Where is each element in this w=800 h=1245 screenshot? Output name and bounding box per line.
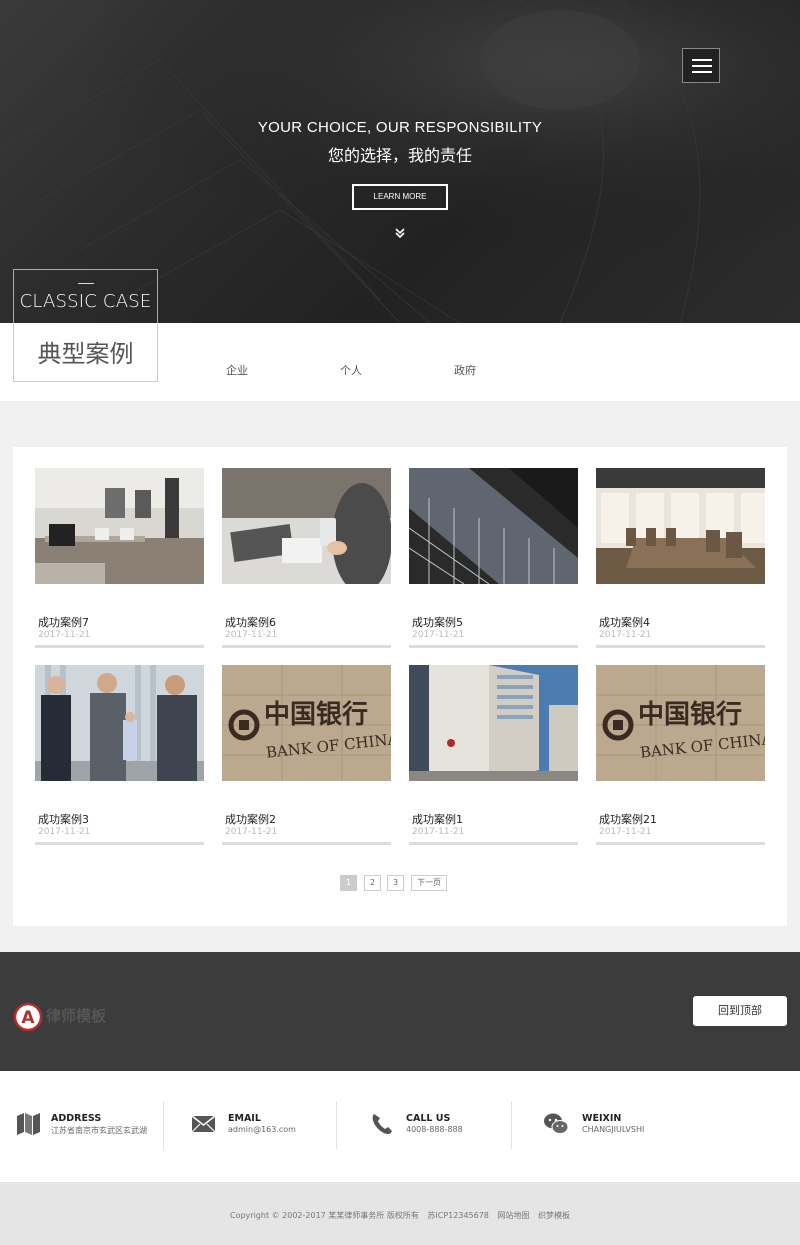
case-date: 2017-11-21 (412, 630, 465, 640)
case-card[interactable]: 中国银行 BANK OF CHINA 成功案例2 2017-11-21 (222, 665, 391, 846)
contact-value: CHANGJIULVSHI (582, 1125, 645, 1134)
case-image-glass-building (409, 468, 578, 584)
contact-phone: CALL US 4008-888-888 (370, 1100, 490, 1150)
case-card[interactable]: 成功案例4 2017-11-21 (596, 468, 765, 649)
divider (163, 1101, 164, 1149)
case-title[interactable]: 成功案例6 (225, 614, 276, 630)
case-title[interactable]: 成功案例21 (599, 811, 657, 827)
card-underline (35, 842, 204, 845)
back-to-top-button[interactable]: 回到顶部 (693, 996, 787, 1026)
case-date: 2017-11-21 (38, 827, 91, 837)
title-dash (78, 283, 94, 284)
page-2[interactable]: 2 (364, 875, 381, 891)
case-date: 2017-11-21 (225, 630, 278, 640)
card-underline (409, 842, 578, 845)
case-image-phone-on-desk (222, 468, 391, 584)
hero-subtitle: 您的选择，我的责任 (327, 146, 472, 165)
section-title-box-lower: 典型案例 (13, 323, 158, 382)
case-title[interactable]: 成功案例1 (412, 811, 463, 827)
case-image-bank-of-china-sign: 中国银行 BANK OF CHINA (596, 665, 765, 781)
case-image-bank-of-china-sign: 中国银行 BANK OF CHINA (222, 665, 391, 781)
section-title-en: CLASSIC CASE (19, 291, 152, 312)
copyright-text: Copyright © 2002-2017 某某律师事务所 版权所有 (229, 1211, 419, 1220)
contact-value: 4008-888-888 (406, 1125, 463, 1134)
case-date: 2017-11-21 (412, 827, 465, 837)
hero-title: YOUR CHOICE, OUR RESPONSIBILITY (257, 119, 543, 136)
contact-label: CALL US (406, 1113, 451, 1124)
sitemap-link[interactable]: 网站地图 (497, 1211, 529, 1220)
footer-band (0, 952, 800, 1071)
page-1[interactable]: 1 (340, 875, 357, 891)
page-3[interactable]: 3 (387, 875, 404, 891)
contact-label: WEIXIN (582, 1113, 622, 1124)
tab-individual[interactable]: 个人 (340, 362, 362, 378)
case-card[interactable]: 中国银行 BANK OF CHINA 成功案例21 2017-11-21 (596, 665, 765, 846)
template-link[interactable]: 织梦模板 (538, 1211, 570, 1220)
card-underline (222, 645, 391, 648)
bank-sign-cn: 中国银行 (264, 699, 368, 730)
case-card[interactable]: 成功案例5 2017-11-21 (409, 468, 578, 649)
learn-more-button[interactable]: LEARN MORE (352, 184, 448, 210)
case-card[interactable]: 成功案例3 2017-11-21 (35, 665, 204, 846)
case-image-conference-room (596, 468, 765, 584)
case-image-business-handshake (35, 665, 204, 781)
case-image-bank-building (409, 665, 578, 781)
case-title[interactable]: 成功案例3 (38, 811, 89, 827)
contact-weixin: WEIXIN CHANGJIULVSHI (543, 1100, 673, 1150)
map-icon (17, 1113, 40, 1135)
section-title-box: CLASSIC CASE (13, 269, 158, 323)
divider (511, 1101, 512, 1149)
card-underline (222, 842, 391, 845)
contact-label: ADDRESS (51, 1113, 102, 1124)
case-date: 2017-11-21 (38, 630, 91, 640)
case-title[interactable]: 成功案例5 (412, 614, 463, 630)
divider (336, 1101, 337, 1149)
wechat-icon (544, 1113, 569, 1134)
bank-sign-cn: 中国银行 (638, 699, 742, 730)
case-date: 2017-11-21 (225, 827, 278, 837)
card-underline (35, 645, 204, 648)
case-date: 2017-11-21 (599, 630, 652, 640)
case-date: 2017-11-21 (599, 827, 652, 837)
card-underline (409, 645, 578, 648)
case-title[interactable]: 成功案例7 (38, 614, 89, 630)
logo-letter: A (21, 1008, 35, 1028)
contact-address: ADDRESS 江苏省南京市玄武区玄武湖 (16, 1100, 156, 1150)
card-underline (596, 645, 765, 648)
menu-button[interactable] (682, 48, 720, 83)
section-title-cn: 典型案例 (37, 340, 134, 368)
copyright-line: Copyright © 2002-2017 某某律师事务所 版权所有 苏ICP1… (0, 1210, 800, 1221)
card-underline (596, 842, 765, 845)
case-card[interactable]: 成功案例6 2017-11-21 (222, 468, 391, 649)
chevron-double-down-icon[interactable] (393, 226, 407, 240)
envelope-icon (191, 1115, 216, 1133)
logo-icon[interactable]: A (13, 1002, 43, 1032)
contact-value: 江苏省南京市玄武区玄武湖 (51, 1126, 147, 1135)
case-card[interactable]: 成功案例7 2017-11-21 (35, 468, 204, 649)
contact-value[interactable]: admin@163.com (228, 1125, 296, 1134)
contact-email: EMAIL admin@163.com (191, 1100, 321, 1150)
contact-label: EMAIL (228, 1113, 261, 1124)
case-title[interactable]: 成功案例2 (225, 811, 276, 827)
phone-icon (372, 1114, 392, 1134)
case-title[interactable]: 成功案例4 (599, 614, 650, 630)
copyright-footer: Copyright © 2002-2017 某某律师事务所 版权所有 苏ICP1… (0, 1182, 800, 1245)
tab-enterprise[interactable]: 企业 (226, 362, 248, 378)
tab-government[interactable]: 政府 (454, 362, 476, 378)
case-card[interactable]: 成功案例1 2017-11-21 (409, 665, 578, 846)
case-image-office-computers (35, 468, 204, 584)
icp-link[interactable]: 苏ICP12345678 (427, 1211, 489, 1220)
logo-text[interactable]: 律师模板 (46, 1005, 106, 1026)
next-page-button[interactable]: 下一页 (411, 875, 447, 891)
